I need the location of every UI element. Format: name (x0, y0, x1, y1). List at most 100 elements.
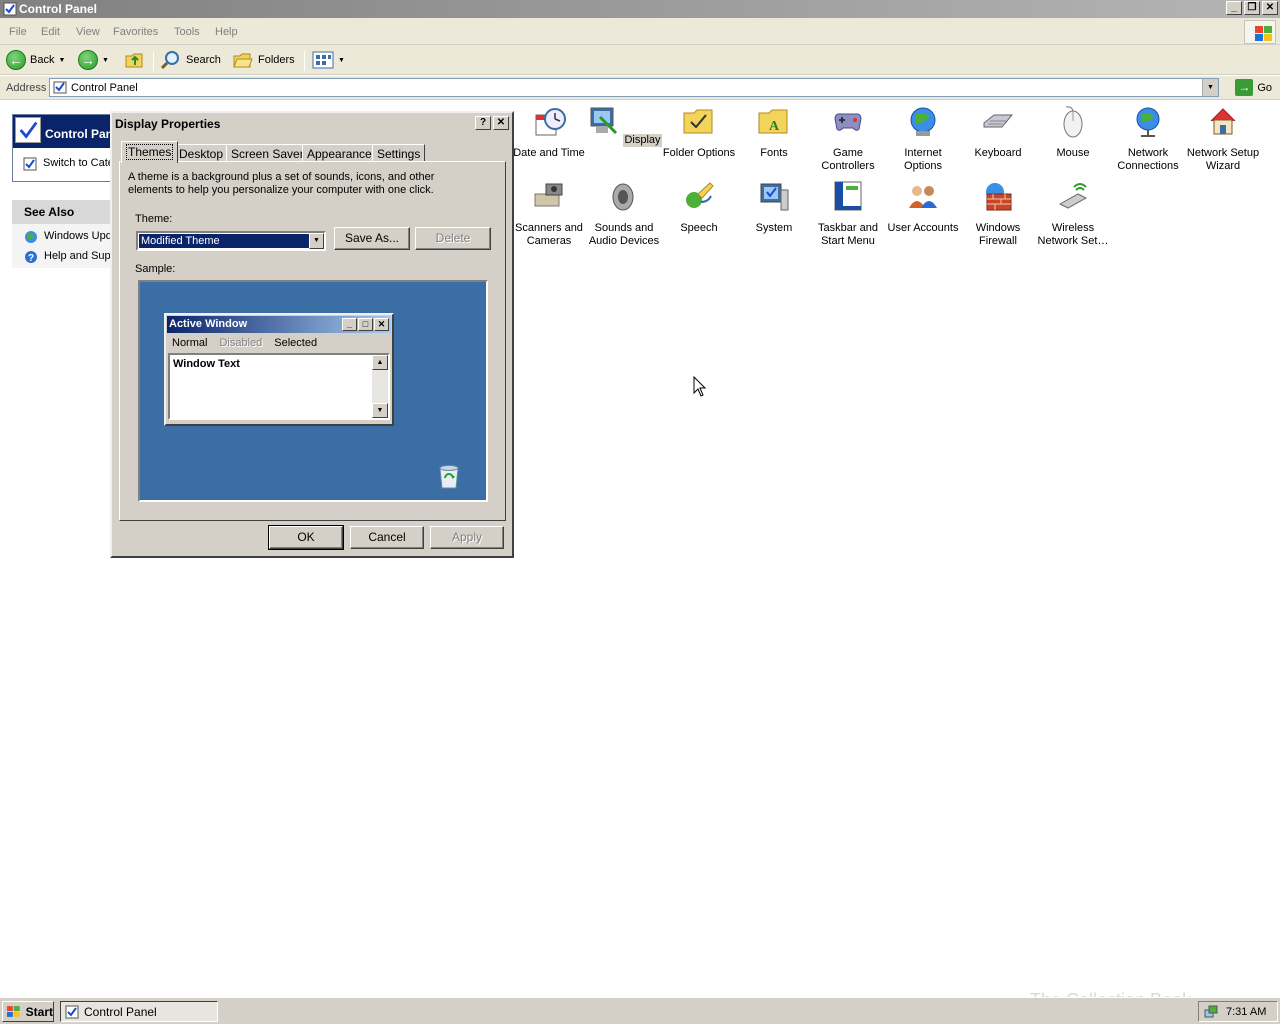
scroll-down-icon: ▼ (372, 403, 388, 418)
apply-button[interactable]: Apply (430, 526, 504, 549)
mouse-cursor-icon (693, 376, 707, 397)
tab-screen-saver[interactable]: Screen Saver (226, 144, 309, 162)
tab-desktop[interactable]: Desktop (174, 144, 229, 162)
speech-icon-item[interactable]: Speech (661, 180, 737, 235)
mouse-label: Mouse (1056, 147, 1090, 159)
tab-settings[interactable]: Settings (372, 144, 426, 162)
address-input[interactable]: Control Panel ▼ (49, 78, 1219, 97)
display-label: Display (623, 134, 662, 147)
windows-update-label: Windows Update (44, 230, 112, 242)
help-support-link[interactable]: ? Help and Support (24, 250, 112, 264)
window-titlebar: Control Panel _ ❐ ✕ (0, 0, 1280, 18)
folder-options-icon-item[interactable]: Folder Options (661, 105, 737, 160)
back-dropdown-icon[interactable]: ▼ (58, 57, 65, 64)
fonts-label: Fonts (760, 147, 788, 159)
menu-file[interactable]: File (9, 26, 27, 38)
windows-update-link[interactable]: Windows Update (24, 230, 112, 244)
menu-edit[interactable]: Edit (41, 26, 60, 38)
sample-menu-normal: Normal (172, 337, 208, 349)
taskbar-start-menu-icon-item[interactable]: Taskbar and Start Menu (810, 180, 886, 248)
views-icon (312, 51, 334, 69)
mouse-icon (1063, 106, 1083, 138)
tab-themes[interactable]: Themes (121, 141, 179, 163)
theme-select[interactable]: Modified Theme ▼ (136, 231, 326, 251)
system-computer-icon (760, 183, 789, 211)
ok-button[interactable]: OK (268, 525, 344, 550)
scanners-cameras-label: Scanners and Cameras (515, 222, 583, 247)
delete-button[interactable]: Delete (415, 227, 491, 250)
folders-button[interactable]: Folders (232, 49, 295, 71)
mouse-icon-item[interactable]: Mouse (1035, 105, 1111, 160)
fonts-icon-item[interactable]: A Fonts (736, 105, 812, 160)
clock[interactable]: 7:31 AM (1226, 1006, 1266, 1018)
system-label: System (755, 222, 793, 234)
menu-favorites[interactable]: Favorites (113, 26, 158, 38)
taskbar-control-panel-button[interactable]: Control Panel (60, 1001, 218, 1022)
address-dropdown-icon[interactable]: ▼ (1202, 79, 1218, 96)
save-as-button[interactable]: Save As... (334, 227, 410, 250)
internet-options-icon-item[interactable]: Internet Options (885, 105, 961, 173)
system-tray: 7:31 AM (1198, 1001, 1278, 1022)
keyboard-icon (983, 114, 1014, 128)
menu-help[interactable]: Help (215, 26, 238, 38)
switch-view-link[interactable]: Switch to Category View (23, 157, 111, 171)
sample-window-title: Active Window (169, 318, 248, 330)
start-button[interactable]: Start (2, 1001, 54, 1022)
menu-view[interactable]: View (76, 26, 100, 38)
tab-appearance[interactable]: Appearance (302, 144, 377, 162)
network-connections-icon-item[interactable]: Network Connections (1110, 105, 1186, 173)
folder-options-icon (683, 109, 713, 134)
chevron-down-icon[interactable]: ▼ (309, 233, 324, 249)
cancel-button[interactable]: Cancel (350, 526, 424, 549)
sounds-audio-icon-item[interactable]: Sounds and Audio Devices (586, 180, 662, 248)
users-icon (909, 186, 937, 208)
keyboard-icon-item[interactable]: Keyboard (960, 105, 1036, 160)
wireless-network-label: Wireless Network Set… (1037, 222, 1109, 247)
scanners-cameras-icon-item[interactable]: Scanners and Cameras (511, 180, 587, 248)
views-dropdown-icon[interactable]: ▼ (338, 57, 345, 64)
network-tray-icon[interactable] (1204, 1005, 1218, 1019)
forward-dropdown-icon[interactable]: ▼ (102, 57, 109, 64)
go-button[interactable]: → Go (1235, 79, 1272, 96)
system-icon-item[interactable]: System (736, 180, 812, 235)
search-button[interactable]: Search (160, 49, 221, 71)
network-setup-wizard-icon-item[interactable]: Network Setup Wizard (1185, 105, 1261, 173)
display-icon-item[interactable]: Display (586, 105, 662, 147)
control-panel-icon (3, 2, 17, 16)
back-arrow-icon: ← (6, 50, 26, 70)
wireless-network-icon-item[interactable]: Wireless Network Set… (1035, 180, 1111, 248)
windows-firewall-icon-item[interactable]: Windows Firewall (960, 180, 1036, 248)
menu-tools[interactable]: Tools (174, 26, 200, 38)
forward-button[interactable]: → ▼ (78, 49, 109, 71)
forward-arrow-icon: → (78, 50, 98, 70)
dialog-close-button[interactable]: ✕ (493, 116, 509, 130)
views-button[interactable]: ▼ (312, 49, 345, 71)
up-folder-button[interactable] (124, 49, 146, 71)
sample-maximize-icon: □ (358, 318, 373, 331)
control-panel-icon (65, 1005, 79, 1018)
dialog-help-button[interactable]: ? (475, 116, 491, 130)
sample-menu: Normal Disabled Selected (172, 337, 317, 349)
menu-bar: File Edit View Favorites Tools Help (0, 18, 1280, 45)
sounds-audio-label: Sounds and Audio Devices (588, 222, 660, 247)
sample-window-text: Window Text (173, 358, 240, 370)
close-button[interactable]: ✕ (1262, 1, 1278, 15)
back-button[interactable]: ← Back ▼ (6, 49, 65, 71)
control-panel-box: Control Panel Switch to Category View (12, 114, 123, 182)
search-icon (160, 51, 179, 70)
search-label: Search (186, 54, 221, 66)
user-accounts-label: User Accounts (887, 222, 959, 234)
sample-menu-disabled: Disabled (219, 337, 263, 349)
svg-text:A: A (769, 119, 780, 134)
maximize-button[interactable]: ❐ (1244, 1, 1260, 15)
minimize-button[interactable]: _ (1226, 1, 1242, 15)
display-properties-dialog: Display Properties ? ✕ Themes Desktop Sc… (110, 111, 514, 558)
keyboard-label: Keyboard (974, 147, 1022, 159)
user-accounts-icon-item[interactable]: User Accounts (885, 180, 961, 235)
date-and-time-icon-item[interactable]: Date and Time (511, 105, 587, 160)
help-icon: ? (25, 251, 37, 264)
windows-logo-icon (1244, 20, 1276, 44)
game-controllers-icon-item[interactable]: Game Controllers (810, 105, 886, 173)
theme-select-value: Modified Theme (139, 234, 309, 248)
home-network-icon (1210, 108, 1236, 135)
